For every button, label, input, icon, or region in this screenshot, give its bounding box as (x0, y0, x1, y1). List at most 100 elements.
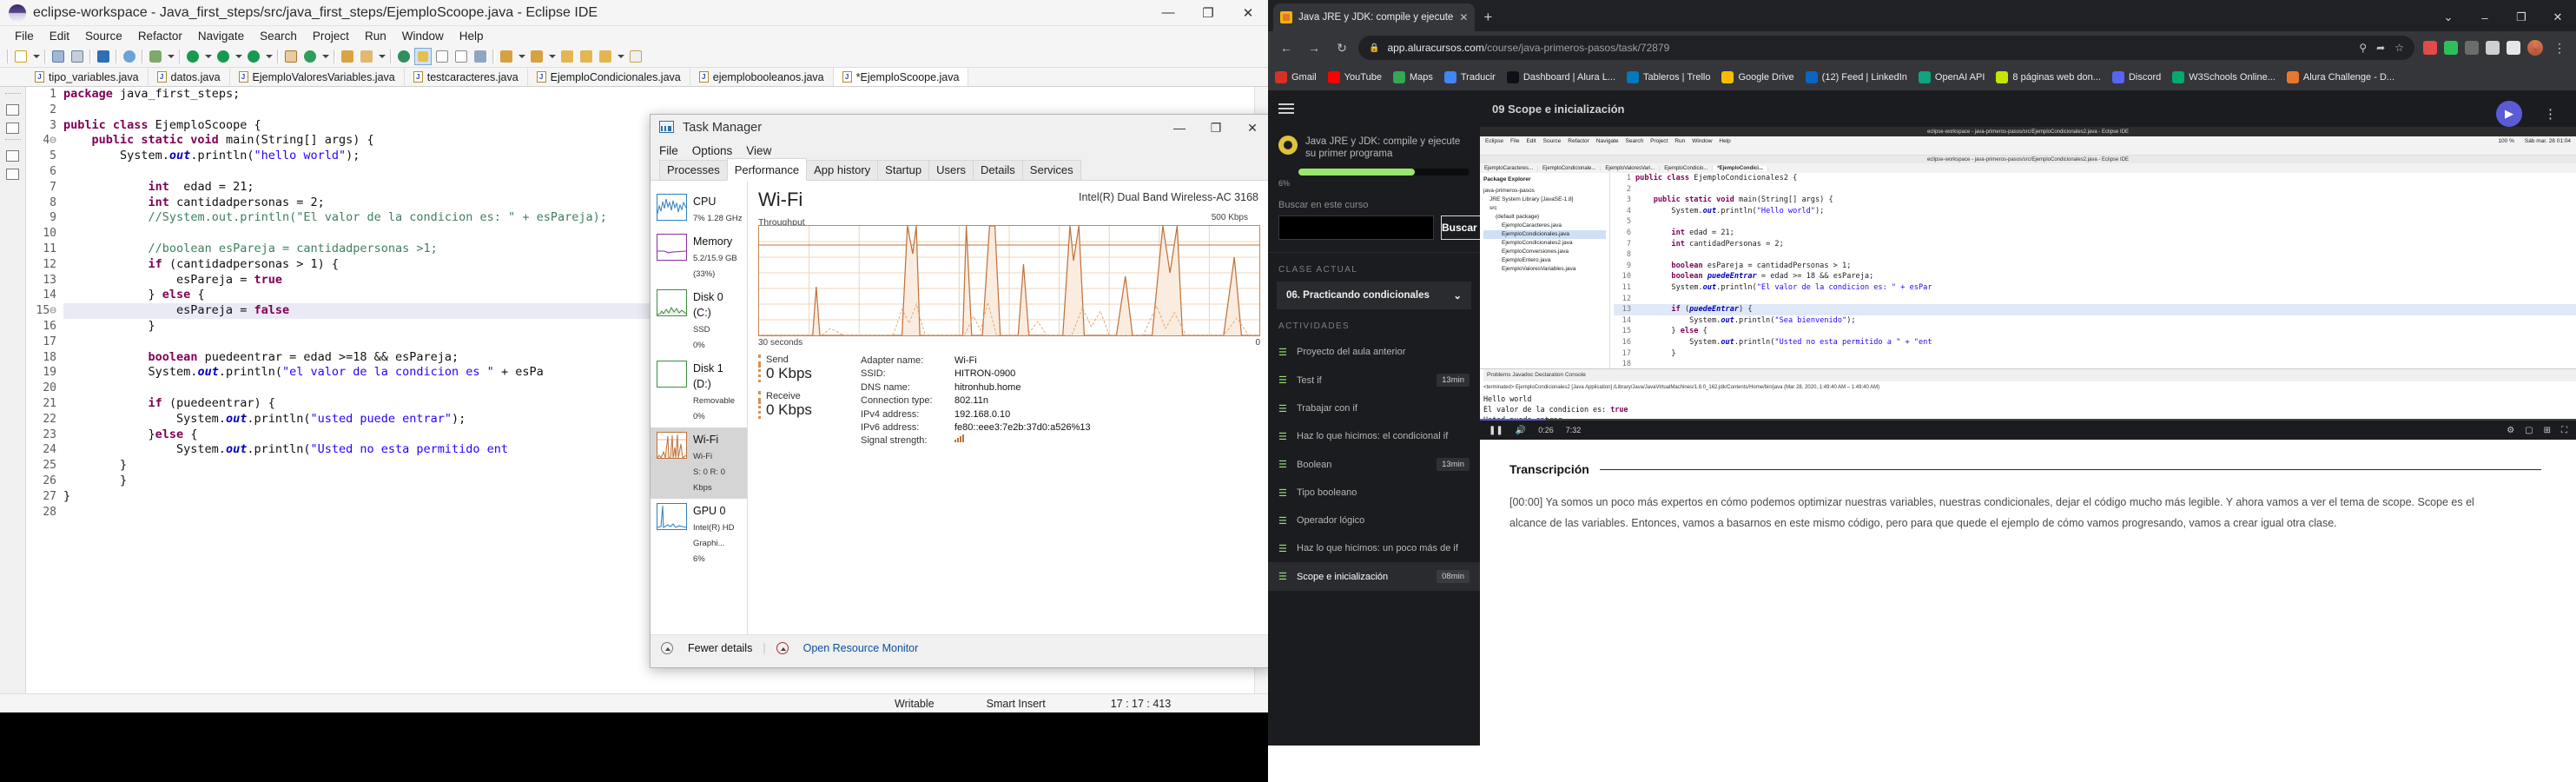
new-package-icon[interactable] (282, 48, 300, 65)
eclipse-maximize-button[interactable]: ❐ (1188, 0, 1228, 26)
editor-tab-tipo-variables[interactable]: J tipo_variables.java (26, 68, 149, 86)
package-explorer-icon[interactable] (3, 121, 23, 135)
chrome-close-button[interactable]: ✕ (2540, 3, 2576, 31)
fullscreen-icon[interactable]: ⛶ (2561, 426, 2567, 435)
tm-tab-startup[interactable]: Startup (877, 160, 930, 180)
nav-forward-icon[interactable] (627, 48, 644, 65)
resource-item-disk1[interactable]: Disk 1 (D:) Removable 0% (651, 356, 747, 427)
down-arrow-icon[interactable] (498, 48, 515, 65)
menu-file[interactable]: File (7, 30, 42, 43)
sidebar-activity-proyecto[interactable]: ☰ Proyecto del aula anterior (1268, 338, 1480, 366)
resource-monitor-icon[interactable] (776, 641, 789, 654)
tm-menu-options[interactable]: Options (692, 144, 747, 157)
menu-run[interactable]: Run (357, 30, 394, 43)
menu-window[interactable]: Window (394, 30, 452, 43)
new-file-icon[interactable] (12, 48, 30, 65)
sidebar-activity-tipo-booleano[interactable]: ☰ Tipo booleano (1268, 479, 1480, 507)
back-icon[interactable] (558, 48, 576, 65)
bookmark-w3schools[interactable]: W3Schools Online... (2172, 71, 2275, 83)
search-icon[interactable] (395, 48, 413, 65)
run-dropdown-icon[interactable] (203, 48, 213, 65)
fewer-details-button[interactable]: Fewer details (688, 642, 752, 654)
bookmark-discord[interactable]: Discord (2111, 71, 2161, 83)
video-progress-track[interactable] (1480, 419, 2576, 421)
bookmark-traducir[interactable]: Traducir (1443, 71, 1496, 83)
down-arrow-dropdown-icon[interactable] (517, 48, 526, 65)
bookmark-youtube[interactable]: YouTube (1327, 71, 1382, 83)
close-tab-icon[interactable]: ✕ (1459, 11, 1468, 23)
editor-tab-ejemploscoope[interactable]: J *EjemploScoope.java (833, 68, 969, 86)
task-manager-minimize-button[interactable]: — (1161, 115, 1198, 141)
pencil-icon[interactable] (358, 48, 375, 65)
volume-icon[interactable]: 🔊 (1516, 426, 1526, 435)
bookmark-google-drive[interactable]: Google Drive (1721, 71, 1794, 83)
up-arrow-icon[interactable] (528, 48, 545, 65)
debug-icon[interactable] (147, 48, 164, 65)
resource-item-gpu0[interactable]: GPU 0 Intel(R) HD Graphi... 6% (651, 499, 747, 570)
menu-refactor[interactable]: Refactor (130, 30, 190, 43)
chrome-tab-active[interactable]: Java JRE y JDK: compile y ejecute ✕ (1273, 3, 1476, 31)
bookmark-star-icon[interactable]: ☆ (2394, 42, 2404, 54)
minimize-view-icon[interactable] (3, 149, 23, 162)
highlight-icon[interactable] (414, 47, 432, 65)
next-annotation-icon[interactable] (433, 48, 451, 65)
console-icon[interactable] (95, 48, 112, 65)
sidebar-activity-haz-lo-que-hicimos-mas-if[interactable]: ☰ Haz lo que hicimos: un poco más de if (1268, 534, 1480, 562)
bookmark-dashboard-alura[interactable]: Dashboard | Alura L... (1506, 71, 1615, 83)
menu-project[interactable]: Project (305, 30, 357, 43)
eclipse-close-button[interactable]: ✕ (1228, 0, 1268, 26)
debug-dropdown-icon[interactable] (166, 48, 175, 65)
new-tab-button[interactable]: + (1483, 9, 1492, 26)
settings-icon[interactable]: ⚙ (2507, 426, 2514, 435)
menu-search[interactable]: Search (252, 30, 305, 43)
video-player[interactable]: eclipse-workspace - java-primeros-pasos/… (1480, 127, 2576, 440)
sidebar-activity-operador-logico[interactable]: ☰ Operador lógico (1268, 507, 1480, 534)
bookmark-openai-api[interactable]: OpenAI API (1918, 71, 1985, 83)
pip-icon[interactable]: ⊞ (2544, 426, 2551, 435)
tm-tab-details[interactable]: Details (973, 160, 1023, 180)
restore-view-icon[interactable] (3, 103, 23, 116)
tm-menu-view[interactable]: View (746, 144, 785, 157)
extension-icon-2[interactable] (2444, 41, 2458, 55)
tm-tab-services[interactable]: Services (1021, 160, 1081, 180)
reload-icon[interactable]: ↻ (1331, 36, 1353, 59)
prev-annotation-icon[interactable] (452, 48, 470, 65)
sidebar-activity-boolean[interactable]: ☰ Boolean 13min (1268, 450, 1480, 479)
tm-tab-app-history[interactable]: App history (806, 160, 879, 180)
new-class-icon[interactable] (301, 48, 319, 65)
menu-edit[interactable]: Edit (42, 30, 77, 43)
menu-help[interactable]: Help (452, 30, 492, 43)
back-arrow-icon[interactable]: ← (1275, 36, 1298, 59)
tab-search-icon[interactable]: ⌄ (2430, 3, 2467, 31)
open-resource-monitor-link[interactable]: Open Resource Monitor (803, 642, 919, 654)
device-icon[interactable] (2507, 41, 2520, 55)
open-type-icon[interactable] (339, 48, 356, 65)
bookmark-8-paginas[interactable]: 8 páginas web don... (1996, 71, 2101, 83)
tm-tab-processes[interactable]: Processes (659, 160, 728, 180)
run-external-icon[interactable] (215, 48, 232, 65)
extensions-puzzle-icon[interactable] (2486, 41, 2500, 55)
save-all-icon[interactable] (69, 48, 86, 65)
run-external-dropdown-icon[interactable] (234, 48, 243, 65)
bookmark-linkedin[interactable]: (12) Feed | LinkedIn (1805, 71, 1907, 83)
bookmark-gmail[interactable]: Gmail (1275, 71, 1317, 83)
menu-source[interactable]: Source (77, 30, 130, 43)
tm-menu-file[interactable]: File (659, 144, 692, 157)
resource-item-memory[interactable]: Memory 5.2/15.9 GB (33%) (651, 229, 747, 285)
tm-tab-users[interactable]: Users (928, 160, 974, 180)
share-icon[interactable]: ➦ (2376, 42, 2385, 54)
up-arrow-dropdown-icon[interactable] (547, 48, 557, 65)
menu-navigate[interactable]: Navigate (190, 30, 252, 43)
code-line[interactable]: package java_first_steps; (63, 87, 1254, 103)
tm-tab-performance[interactable]: Performance (726, 158, 808, 181)
address-bar[interactable]: 🔒 app.aluracursos.com/course/java-primer… (1358, 36, 2414, 60)
forward-arrow-icon[interactable]: → (1303, 36, 1325, 59)
editor-tab-ejemplovaloresvariables[interactable]: J EjemploValoresVariables.java (230, 68, 405, 86)
avatar[interactable] (2527, 40, 2543, 56)
forward-icon[interactable] (578, 48, 595, 65)
resource-item-disk0[interactable]: Disk 0 (C:) SSD 0% (651, 285, 747, 356)
run-icon[interactable] (184, 48, 201, 65)
save-icon[interactable] (50, 48, 67, 65)
play-lesson-button[interactable]: ▶ (2496, 101, 2522, 127)
bookmark-trello[interactable]: Tableros | Trello (1627, 71, 1710, 83)
